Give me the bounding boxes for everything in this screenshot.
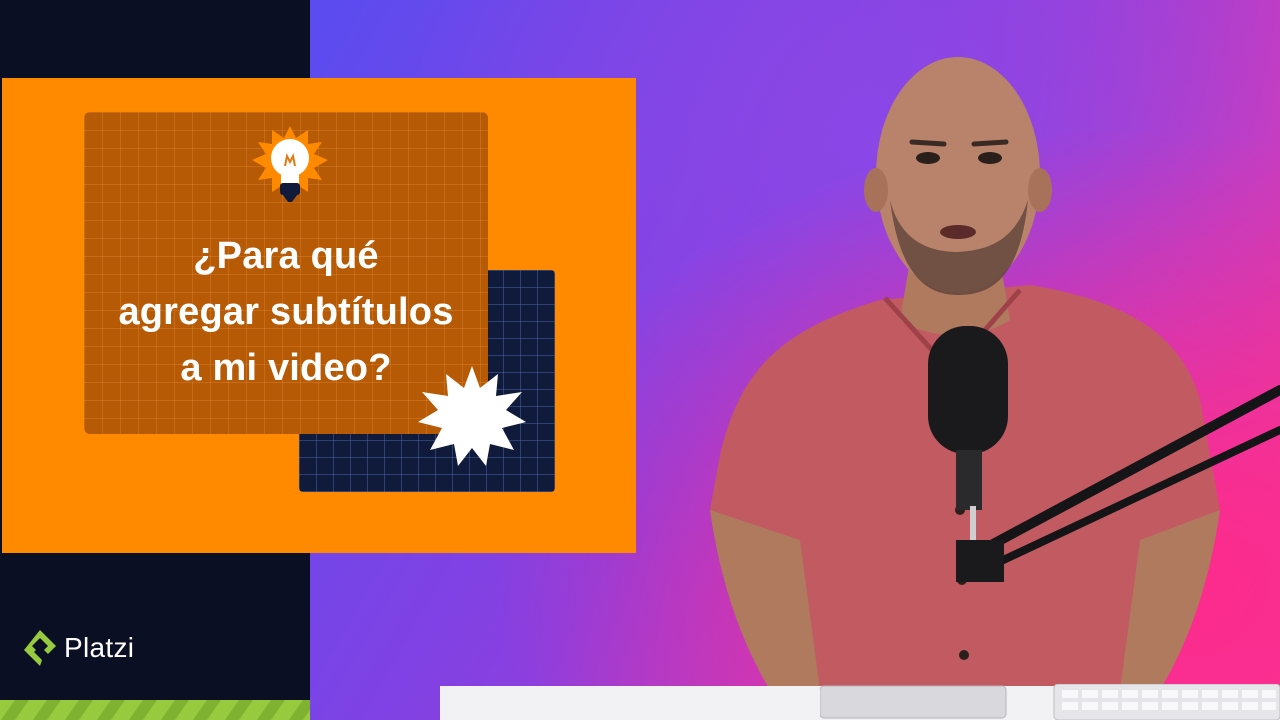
lightbulb-icon [252, 126, 328, 202]
starburst-icon [418, 366, 526, 466]
desk-accessories [820, 684, 1280, 720]
brand-stripe [0, 700, 310, 720]
video-frame: ¿Para qué agregar subtítulos a mi video?… [0, 0, 1280, 720]
brand-name: Platzi [64, 632, 135, 663]
platzi-logo: Platzi [22, 628, 134, 668]
presenter [710, 57, 1280, 690]
title-line-1: ¿Para qué [193, 235, 379, 277]
title-line-2: agregar subtítulos [118, 291, 454, 333]
platzi-logo-icon [24, 630, 56, 666]
